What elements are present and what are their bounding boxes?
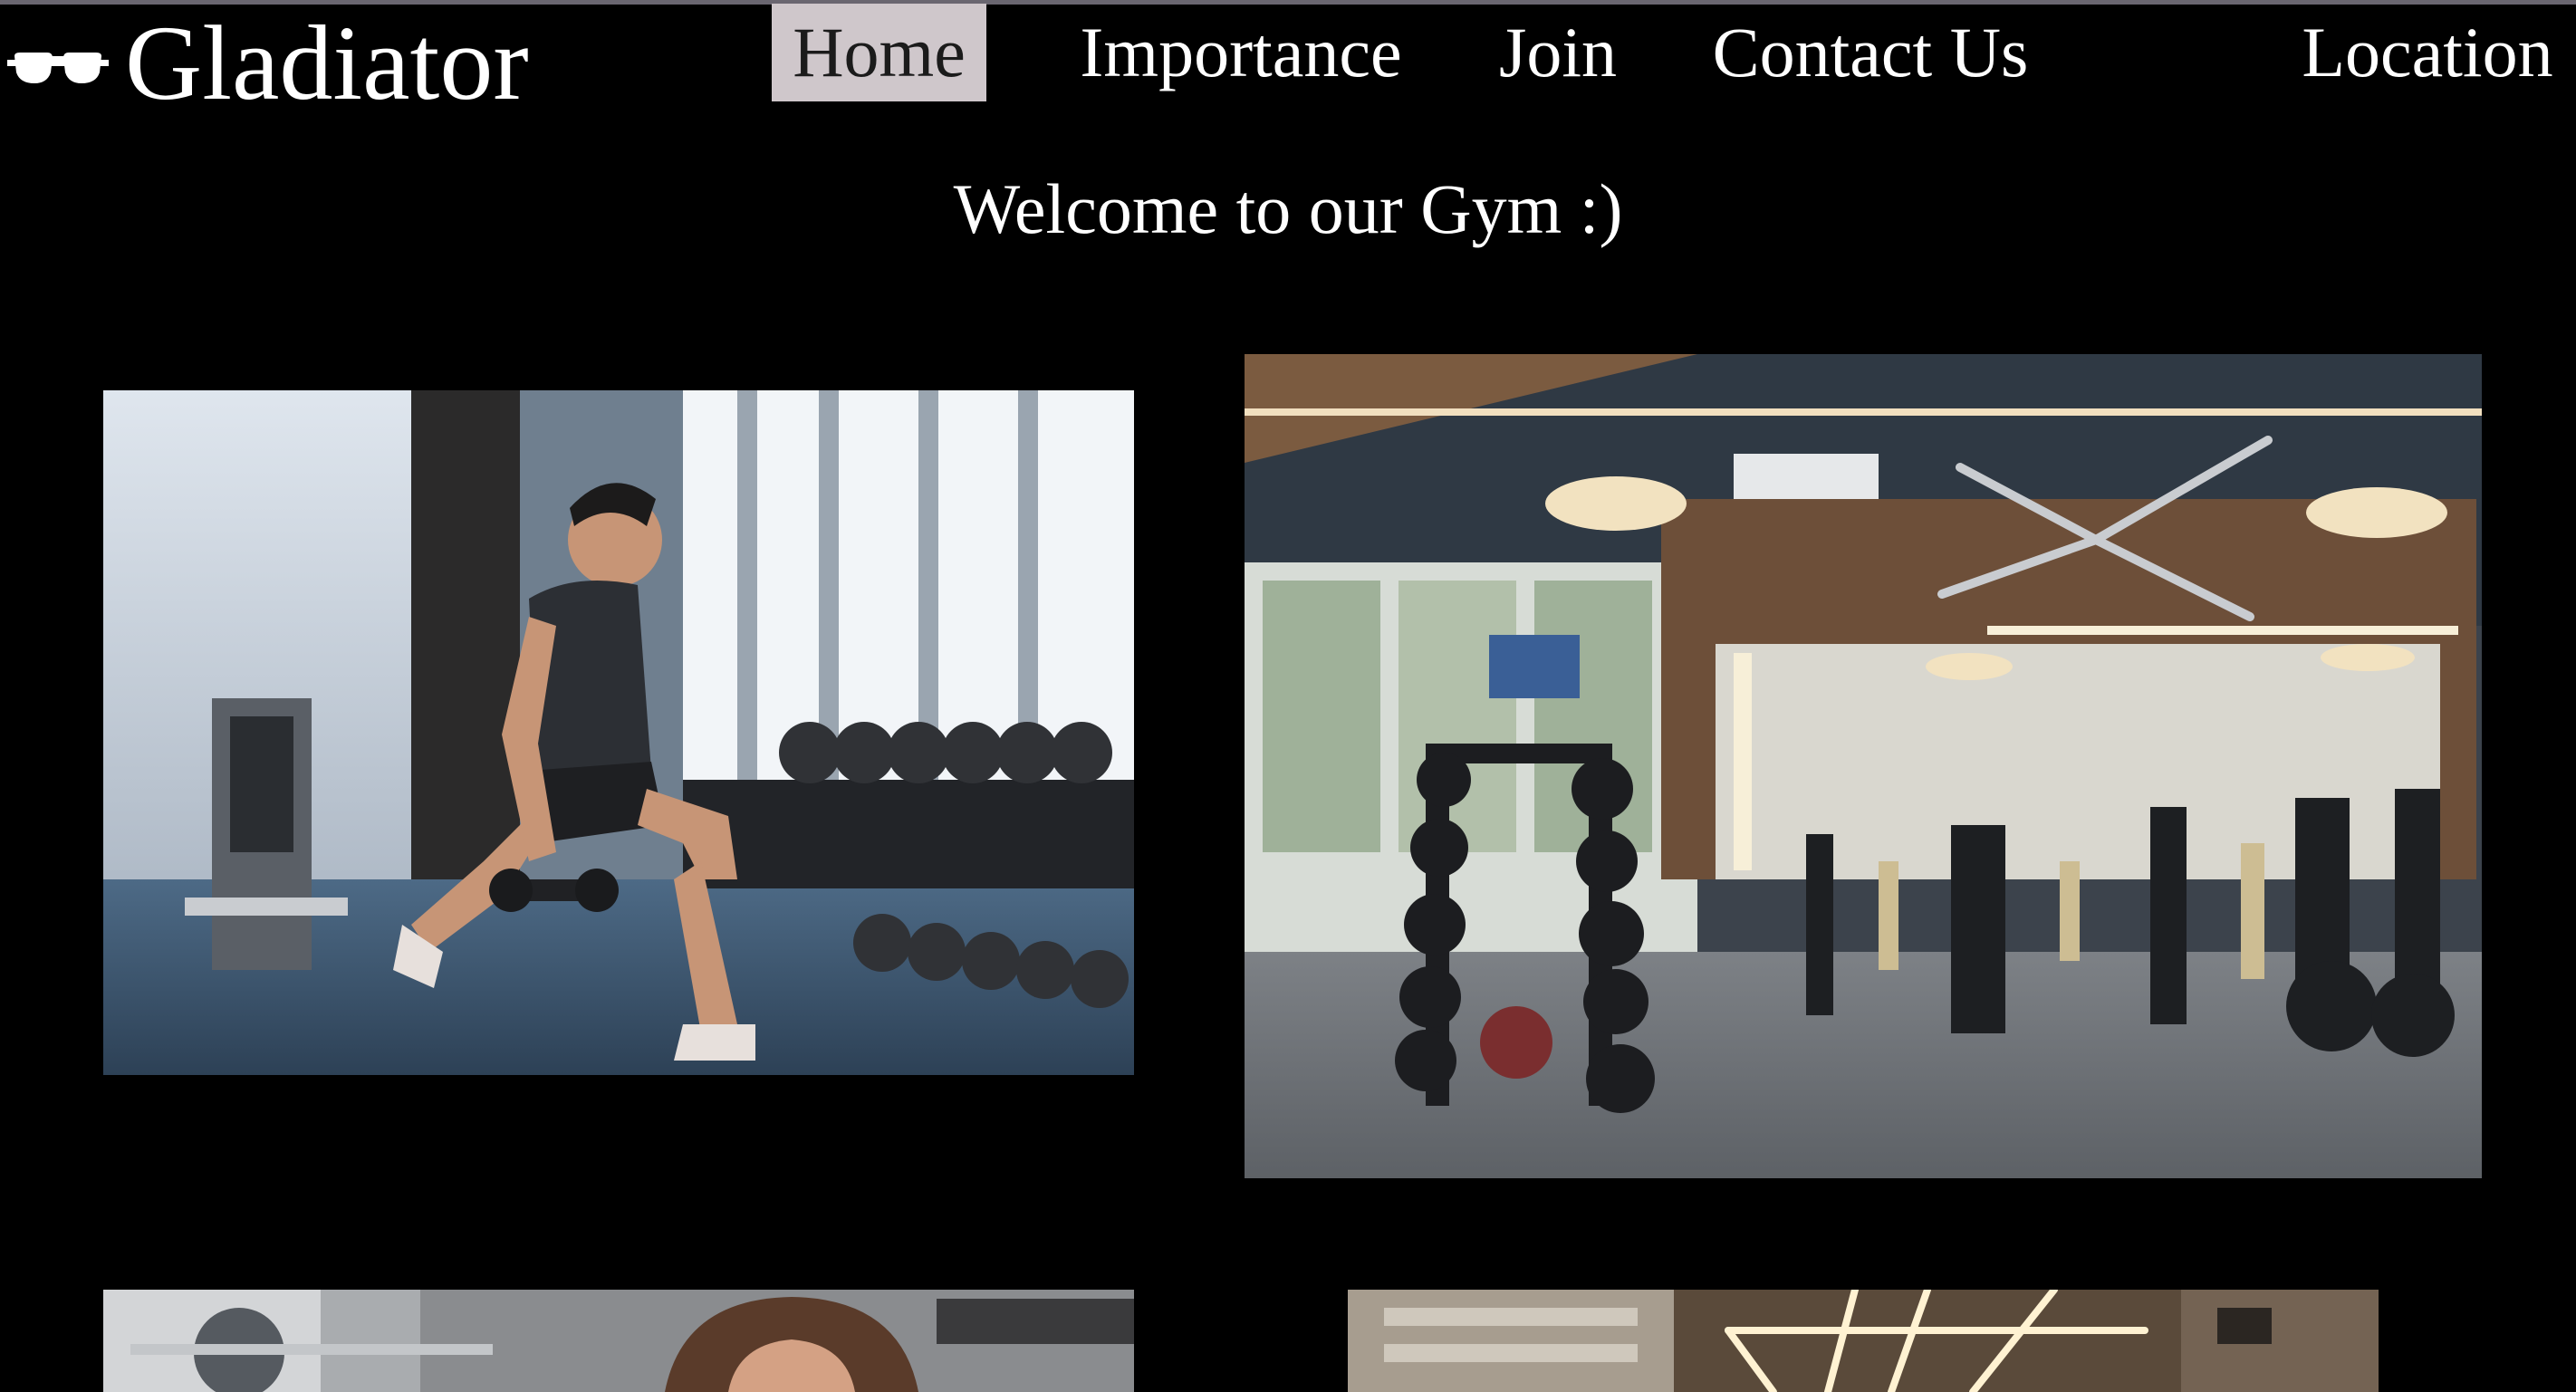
welcome-heading: Welcome to our Gym :) bbox=[953, 169, 1623, 248]
gym-photo-interior bbox=[1245, 354, 2482, 1178]
sunglasses-icon bbox=[7, 53, 109, 83]
gym-photo-ceiling bbox=[1348, 1290, 2379, 1392]
gym-photo-lunge bbox=[103, 390, 1134, 1075]
gym-photo-woman bbox=[103, 1290, 1134, 1392]
nav-contact-us[interactable]: Contact Us bbox=[1699, 4, 2042, 101]
nav-home[interactable]: Home bbox=[772, 4, 986, 101]
brand-name: Gladiator bbox=[125, 4, 529, 122]
nav-location[interactable]: Location bbox=[2292, 4, 2563, 101]
brand-logo[interactable]: Gladiator bbox=[7, 9, 529, 118]
nav-join[interactable]: Join bbox=[1485, 4, 1630, 101]
nav-importance[interactable]: Importance bbox=[1069, 4, 1413, 101]
